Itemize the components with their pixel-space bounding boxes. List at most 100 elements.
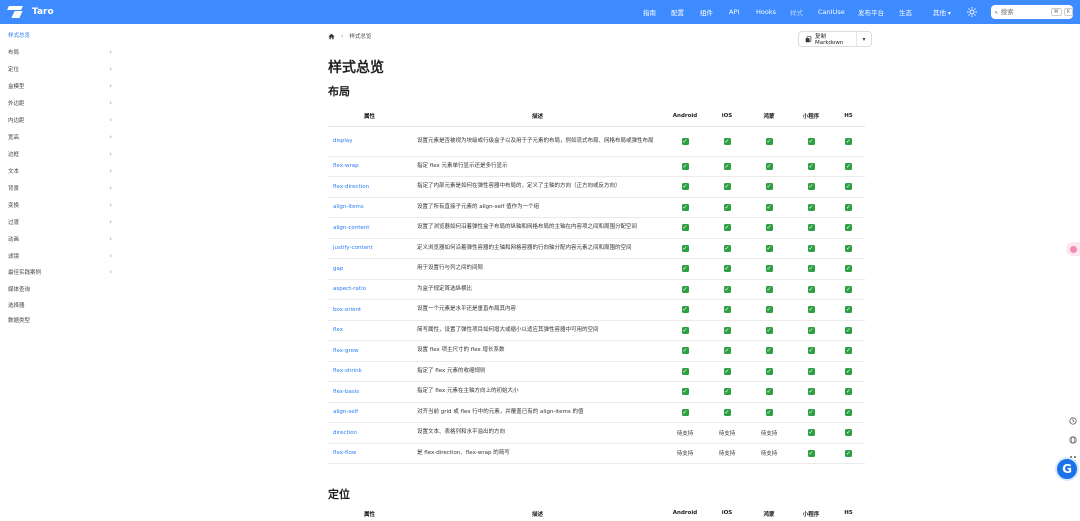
support-cell: 待支持 (748, 422, 790, 444)
sidebar-item-7[interactable]: 边框 › (8, 148, 112, 160)
chevron-down-icon[interactable]: ▾ (857, 36, 871, 43)
check-icon: ✓ (845, 326, 852, 334)
copy-markdown-button[interactable]: 复制 Markdown ▾ (798, 31, 872, 47)
check-icon: ✓ (845, 162, 852, 170)
property-link[interactable]: flex-grow (328, 340, 411, 362)
table-row: flex-shrink 指定了 flex 元素的收缩规则 ✓ ✓ ✓ ✓ ✓ (328, 361, 865, 382)
column-header: iOS (706, 106, 748, 127)
sidebar-item-1[interactable]: 布局 › (8, 46, 112, 58)
home-icon[interactable] (328, 33, 335, 40)
check-icon: ✓ (765, 203, 773, 211)
check-icon: ✓ (807, 429, 815, 437)
check-icon: ✓ (723, 367, 731, 375)
check-icon: ✓ (807, 244, 815, 252)
support-cell: ✓ (790, 279, 832, 300)
support-cell: ✓ (664, 126, 706, 157)
check-icon: ✓ (723, 203, 731, 211)
support-cell: ✓ (832, 402, 865, 423)
property-link[interactable]: align-items (328, 197, 411, 218)
support-cell: ✓ (706, 279, 748, 300)
column-header: Android (672, 510, 698, 516)
property-link[interactable]: flex-shrink (328, 361, 411, 382)
check-icon: ✓ (845, 388, 852, 396)
support-cell: ✓ (832, 422, 865, 444)
sidebar-item-3[interactable]: 盒模型 › (8, 80, 112, 92)
property-link[interactable]: flex-direction (328, 176, 411, 198)
sidebar-item-6[interactable]: 宽高 › (8, 131, 112, 143)
globe-icon[interactable] (1069, 436, 1077, 444)
theme-toggle-icon[interactable] (966, 6, 978, 18)
nav-item-5[interactable]: 样式 (790, 7, 803, 17)
check-icon: ✓ (681, 203, 689, 211)
column-header: 描述 (531, 512, 543, 518)
property-link[interactable]: flex (328, 320, 411, 341)
support-cell: ✓ (664, 238, 706, 259)
nav-item-1[interactable]: 配置 (671, 7, 684, 17)
sidebar-item-2[interactable]: 定位 › (8, 63, 112, 75)
check-icon: ✓ (681, 244, 689, 252)
page-title: 样式总览 (328, 60, 384, 76)
copy-markdown-label: 复制 Markdown (814, 34, 844, 46)
support-cell: ✓ (748, 176, 790, 198)
nav-item-7[interactable]: 发布平台 (858, 7, 884, 17)
kbd-cmd: ⌘ (1050, 8, 1062, 16)
sidebar-item-15[interactable]: 媒体查询 (8, 283, 112, 295)
sidebar-item-4[interactable]: 外边距 › (8, 97, 112, 109)
property-link[interactable]: aspect-ratio (328, 279, 411, 300)
sidebar-item-10[interactable]: 变换 › (8, 199, 112, 211)
search-input[interactable] (1000, 8, 1049, 16)
check-icon: ✓ (681, 388, 689, 396)
property-link[interactable]: align-self (328, 402, 411, 423)
brand-logo[interactable]: Taro (7, 0, 54, 24)
sidebar-item-14[interactable]: 最佳实践案例 › (8, 266, 112, 278)
sidebar-item-9[interactable]: 背景 › (8, 182, 112, 194)
property-description: 是 flex-direction、flex-wrap 的简写 (411, 443, 664, 464)
sidebar-item-12[interactable]: 动画 › (8, 233, 112, 245)
sidebar-item-5[interactable]: 内边距 › (8, 114, 112, 126)
property-link[interactable]: flex-wrap (328, 156, 411, 177)
breadcrumb: › 样式总览 (328, 32, 371, 40)
nav-item-9[interactable]: 其他 (933, 7, 951, 17)
column-header: 小程序 (790, 106, 832, 127)
nav-item-3[interactable]: API (729, 8, 739, 16)
sidebar-item-0[interactable]: 样式总览 (8, 29, 112, 41)
check-icon: ✓ (765, 347, 773, 355)
translate-g-icon[interactable]: G (1055, 457, 1079, 481)
check-icon: ✓ (681, 306, 689, 314)
sidebar-item-17[interactable]: 数据类型 (8, 314, 112, 326)
nav-item-8[interactable]: 生态 (899, 7, 912, 17)
property-link[interactable]: flex-basis (328, 381, 411, 403)
property-link[interactable]: justify-content (328, 238, 411, 259)
floating-assistant-icon[interactable] (1066, 242, 1080, 256)
sidebar-item-label: 过渡 (8, 220, 20, 226)
nav-item-2[interactable]: 组件 (700, 7, 713, 17)
check-icon: ✓ (845, 306, 852, 314)
check-icon: ✓ (765, 224, 773, 232)
sidebar-item-label: 最佳实践案例 (8, 270, 42, 276)
check-icon: ✓ (765, 367, 773, 375)
search-box[interactable]: ⌘ K (991, 5, 1073, 19)
property-link[interactable]: align-content (328, 217, 411, 239)
property-link[interactable]: display (328, 126, 411, 157)
check-icon: ✓ (807, 183, 815, 191)
nav-item-6[interactable]: CanIUse (818, 8, 845, 16)
check-icon: ✓ (807, 388, 815, 396)
support-cell: ✓ (664, 361, 706, 382)
sidebar-item-16[interactable]: 选择器 (8, 299, 112, 311)
property-link[interactable]: box-orient (328, 299, 411, 321)
sidebar-item-label: 外边距 (8, 101, 25, 107)
column-header: 小程序 (802, 512, 820, 518)
clock-icon[interactable] (1069, 417, 1077, 425)
property-link[interactable]: gap (328, 258, 411, 280)
sidebar-item-13[interactable]: 滤镜 › (8, 250, 112, 262)
sidebar-item-11[interactable]: 过渡 › (8, 216, 112, 228)
check-icon: ✓ (845, 244, 852, 252)
chevron-right-icon: › (109, 82, 112, 90)
property-link[interactable]: flex-flow (328, 443, 411, 464)
sidebar-item-8[interactable]: 文本 › (8, 165, 112, 177)
section-title-layout: 布局 (328, 85, 350, 98)
property-link[interactable]: direction (328, 422, 411, 444)
support-cell: ✓ (706, 258, 748, 280)
nav-item-4[interactable]: Hooks (756, 8, 776, 16)
nav-item-0[interactable]: 指南 (643, 7, 656, 17)
